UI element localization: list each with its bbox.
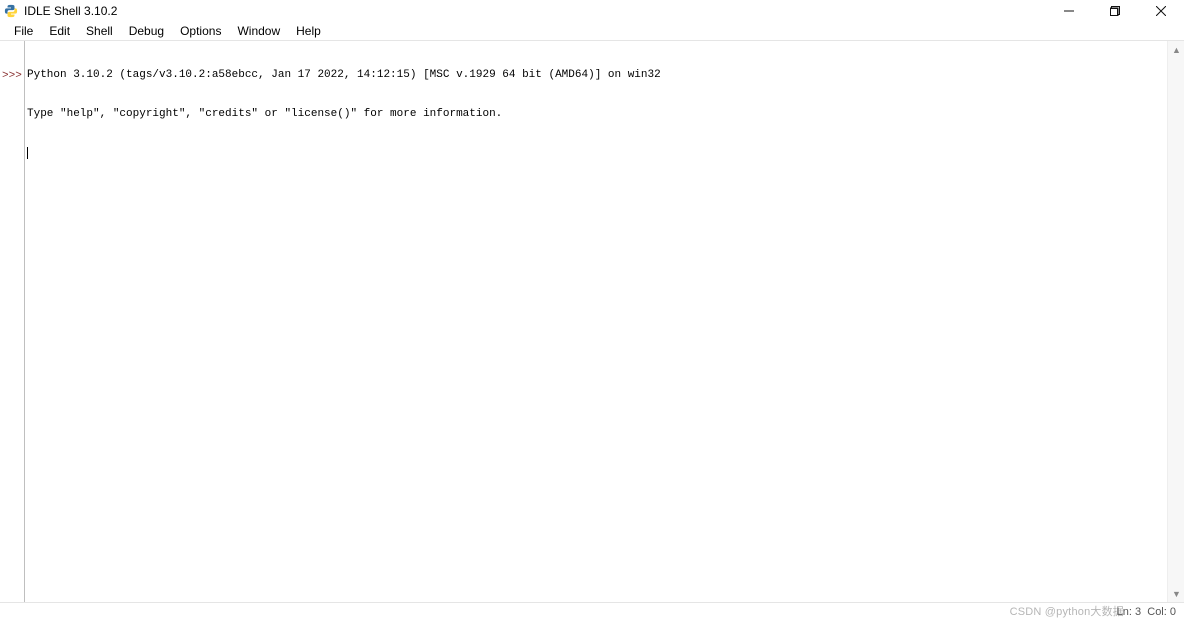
banner-line-2: Type "help", "copyright", "credits" or "… — [27, 108, 1166, 121]
statusbar: CSDN @python大数据 Ln: 3 Col: 0 — [0, 602, 1184, 620]
watermark-text: CSDN @python大数据 — [1010, 603, 1124, 619]
menu-debug[interactable]: Debug — [121, 22, 172, 40]
menu-options[interactable]: Options — [172, 22, 229, 40]
scroll-up-arrow[interactable]: ▲ — [1168, 41, 1184, 58]
input-line[interactable] — [27, 147, 1166, 160]
menu-edit[interactable]: Edit — [41, 22, 78, 40]
titlebar: IDLE Shell 3.10.2 — [0, 0, 1184, 22]
shell-prompt: >>> — [2, 69, 22, 83]
menu-file[interactable]: File — [6, 22, 41, 40]
col-label: Col: — [1147, 606, 1167, 618]
vertical-scrollbar[interactable]: ▲ ▼ — [1167, 41, 1184, 602]
text-cursor — [27, 147, 28, 159]
maximize-button[interactable] — [1092, 0, 1138, 22]
ln-value: 3 — [1135, 606, 1141, 618]
close-button[interactable] — [1138, 0, 1184, 22]
menu-shell[interactable]: Shell — [78, 22, 121, 40]
shell-text-area[interactable]: Python 3.10.2 (tags/v3.10.2:a58ebcc, Jan… — [27, 43, 1166, 602]
banner-line-1: Python 3.10.2 (tags/v3.10.2:a58ebcc, Jan… — [27, 69, 1166, 82]
shell-area: >>> Python 3.10.2 (tags/v3.10.2:a58ebcc,… — [0, 40, 1184, 602]
col-value: 0 — [1170, 606, 1176, 618]
scroll-down-arrow[interactable]: ▼ — [1168, 585, 1184, 602]
gutter-divider — [24, 41, 25, 602]
menubar: File Edit Shell Debug Options Window Hel… — [0, 22, 1184, 40]
prompt-gutter: >>> — [0, 41, 24, 602]
menu-window[interactable]: Window — [229, 22, 288, 40]
line-col-indicator: Ln: 3 Col: 0 — [1117, 606, 1176, 618]
window-title: IDLE Shell 3.10.2 — [24, 4, 117, 18]
menu-help[interactable]: Help — [288, 22, 329, 40]
minimize-button[interactable] — [1046, 0, 1092, 22]
python-app-icon — [4, 4, 18, 18]
